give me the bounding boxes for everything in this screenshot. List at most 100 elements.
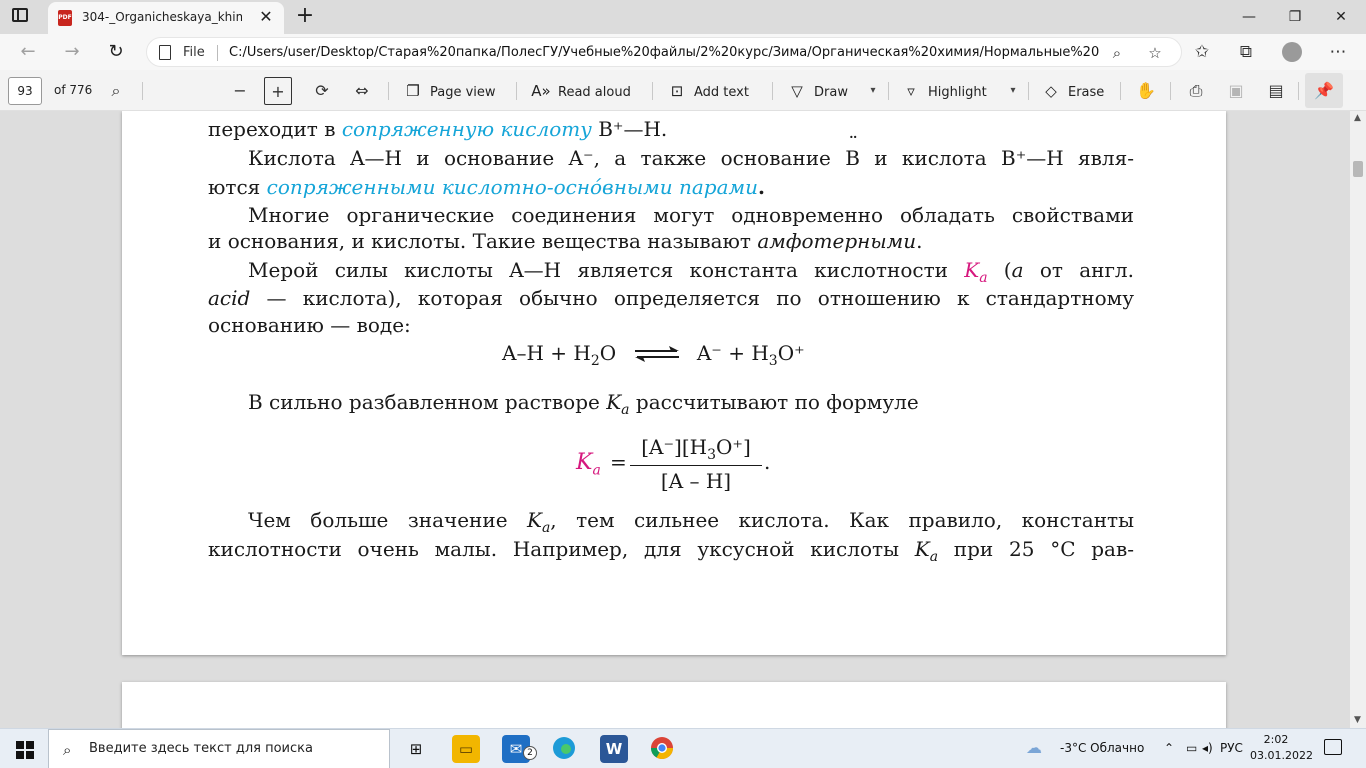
back-button[interactable]: ← bbox=[14, 38, 42, 66]
text-line: основанию — воде: bbox=[208, 313, 411, 337]
draw-button[interactable]: ▽ Draw bbox=[786, 77, 848, 105]
fit-page-icon[interactable]: ⇔ bbox=[348, 77, 376, 105]
file-icon bbox=[159, 45, 171, 60]
pin-toolbar-icon[interactable]: 📌 bbox=[1305, 73, 1343, 108]
print-icon[interactable]: ⎙ bbox=[1182, 77, 1210, 105]
tab-pdf-document[interactable]: PDF 304-_Organicheskaya_khimia_Ch ✕ bbox=[48, 2, 284, 34]
ka-formula: Ka = [A⁻][H3O⁺] [A – H] . bbox=[576, 435, 771, 493]
tab-strip: PDF 304-_Organicheskaya_khimia_Ch ✕ + — … bbox=[0, 0, 1366, 34]
pdf-page: переходит в сопряженную кислоту B⁺—H. Ки… bbox=[122, 111, 1226, 655]
toolbar-divider bbox=[1170, 82, 1171, 100]
save-as-icon[interactable]: ▤ bbox=[1262, 77, 1290, 105]
text-line: переходит в сопряженную кислоту B⁺—H. bbox=[208, 117, 668, 141]
tab-title: 304-_Organicheskaya_khimia_Ch bbox=[82, 10, 242, 24]
edge-icon[interactable] bbox=[550, 735, 578, 763]
clock-time: 2:02 bbox=[1263, 733, 1289, 746]
add-favorite-icon[interactable]: ☆ bbox=[1143, 41, 1167, 65]
toolbar-divider bbox=[516, 82, 517, 100]
toolbar-divider bbox=[888, 82, 889, 100]
pdf-icon: PDF bbox=[58, 10, 72, 26]
notifications-icon[interactable] bbox=[1324, 739, 1342, 755]
page-view-label: Page view bbox=[430, 85, 496, 100]
highlighter-icon: ▿ bbox=[907, 82, 915, 100]
text-line: Кислота A—H и основание A⁻, а также осно… bbox=[248, 131, 1134, 171]
favorites-icon[interactable]: ✩ bbox=[1188, 38, 1216, 66]
new-tab-button[interactable]: + bbox=[292, 4, 318, 28]
refresh-button[interactable]: ↻ bbox=[102, 38, 130, 66]
toolbar-divider bbox=[772, 82, 773, 100]
page-view-icon: ❐ bbox=[406, 82, 420, 100]
volume-icon[interactable]: ◂) bbox=[1202, 741, 1213, 755]
toolbar-divider bbox=[652, 82, 653, 100]
tab-close-icon[interactable]: ✕ bbox=[256, 7, 276, 27]
zoom-icon[interactable]: ⌕ bbox=[1105, 41, 1129, 65]
system-clock[interactable]: 2:02 03.01.2022 bbox=[1250, 732, 1313, 764]
minimize-button[interactable]: — bbox=[1226, 0, 1272, 34]
page-count: of 776 bbox=[54, 83, 93, 97]
clock-date: 03.01.2022 bbox=[1250, 749, 1313, 762]
search-placeholder: Введите здесь текст для поиска bbox=[89, 741, 313, 756]
scroll-thumb[interactable] bbox=[1353, 161, 1363, 177]
equilibrium-equation: A–H + H2O A⁻ + H3O⁺ bbox=[502, 341, 805, 369]
formula-numerator: [A⁻][H3O⁺] bbox=[641, 435, 751, 463]
text-line: acid — кислота), которая обычно определя… bbox=[208, 286, 1134, 310]
scroll-down-icon[interactable]: ▼ bbox=[1354, 715, 1361, 725]
formula-denominator: [A – H] bbox=[660, 469, 732, 493]
chrome-icon[interactable] bbox=[648, 735, 676, 763]
touch-write-icon[interactable]: ✋ bbox=[1132, 77, 1160, 105]
vertical-scrollbar[interactable]: ▲ ▼ bbox=[1350, 111, 1366, 728]
forward-button[interactable]: → bbox=[58, 38, 86, 66]
equilibrium-arrows-icon bbox=[633, 342, 681, 368]
scroll-up-icon[interactable]: ▲ bbox=[1354, 113, 1361, 123]
weather-cloud-icon[interactable]: ☁ bbox=[1026, 738, 1042, 757]
tab-actions-icon[interactable] bbox=[12, 8, 30, 26]
highlight-button[interactable]: ▿ Highlight bbox=[900, 77, 987, 105]
network-icon[interactable]: ▭ bbox=[1186, 741, 1197, 755]
toolbar-divider bbox=[1028, 82, 1029, 100]
pdf-viewer[interactable]: переходит в сопряженную кислоту B⁺—H. Ки… bbox=[0, 111, 1350, 728]
text-line: кислотности очень малы. Например, для ук… bbox=[208, 537, 1134, 565]
zoom-in-icon[interactable]: + bbox=[264, 77, 292, 105]
close-window-button[interactable]: ✕ bbox=[1318, 0, 1364, 34]
read-aloud-icon: A» bbox=[531, 82, 551, 100]
toolbar-divider bbox=[1120, 82, 1121, 100]
page-number-input[interactable]: 93 bbox=[8, 77, 42, 105]
text-line: и основания, и кислоты. Такие вещества н… bbox=[208, 229, 923, 253]
mail-badge: 2 bbox=[523, 746, 537, 760]
address-divider bbox=[217, 45, 218, 61]
task-view-icon[interactable]: ⊞ bbox=[402, 735, 430, 763]
profile-avatar[interactable] bbox=[1282, 42, 1302, 62]
weather-text[interactable]: -3°C Облачно bbox=[1060, 741, 1144, 755]
search-icon: ⌕ bbox=[63, 741, 72, 759]
scheme-label: File bbox=[183, 45, 205, 60]
address-bar[interactable]: File C:/Users/user/Desktop/Старая%20папк… bbox=[146, 37, 1182, 67]
word-icon[interactable]: W bbox=[600, 735, 628, 763]
highlight-label: Highlight bbox=[928, 85, 987, 100]
draw-chevron-icon[interactable]: ▾ bbox=[866, 77, 880, 105]
erase-button[interactable]: ◇ Erase bbox=[1040, 77, 1104, 105]
more-menu-icon[interactable]: ⋯ bbox=[1324, 38, 1352, 66]
save-icon[interactable]: ▣ bbox=[1222, 77, 1250, 105]
toolbar-divider bbox=[142, 82, 143, 100]
search-icon[interactable]: ⌕ bbox=[102, 77, 130, 105]
draw-label: Draw bbox=[814, 85, 848, 100]
navigation-bar: ← → ↻ File C:/Users/user/Desktop/Старая%… bbox=[0, 34, 1366, 70]
term-conjugate-pairs: сопряженными кислотно-оснóвными парами bbox=[266, 175, 758, 199]
read-aloud-button[interactable]: A» Read aloud bbox=[530, 77, 631, 105]
maximize-button[interactable]: ❐ bbox=[1272, 0, 1318, 34]
url-text[interactable]: C:/Users/user/Desktop/Старая%20папка/Пол… bbox=[229, 45, 1099, 60]
file-explorer-icon[interactable]: ▭ bbox=[452, 735, 480, 763]
collections-icon[interactable]: ⧉ bbox=[1232, 38, 1260, 66]
zoom-out-icon[interactable]: − bbox=[226, 77, 254, 105]
language-indicator[interactable]: РУС bbox=[1220, 741, 1243, 755]
eraser-icon: ◇ bbox=[1045, 82, 1057, 100]
windows-start-icon[interactable] bbox=[16, 741, 34, 759]
taskbar-search-box[interactable]: ⌕ Введите здесь текст для поиска bbox=[48, 729, 390, 768]
pdf-toolbar: 93 of 776 ⌕ − + ⟳ ⇔ ❐ Page view A» Read al… bbox=[0, 70, 1366, 111]
rotate-icon[interactable]: ⟳ bbox=[308, 77, 336, 105]
add-text-button[interactable]: ⊡ Add text bbox=[666, 77, 749, 105]
erase-label: Erase bbox=[1068, 85, 1105, 100]
page-view-button[interactable]: ❐ Page view bbox=[402, 77, 496, 105]
highlight-chevron-icon[interactable]: ▾ bbox=[1006, 77, 1020, 105]
tray-chevron-icon[interactable]: ⌃ bbox=[1164, 741, 1174, 755]
